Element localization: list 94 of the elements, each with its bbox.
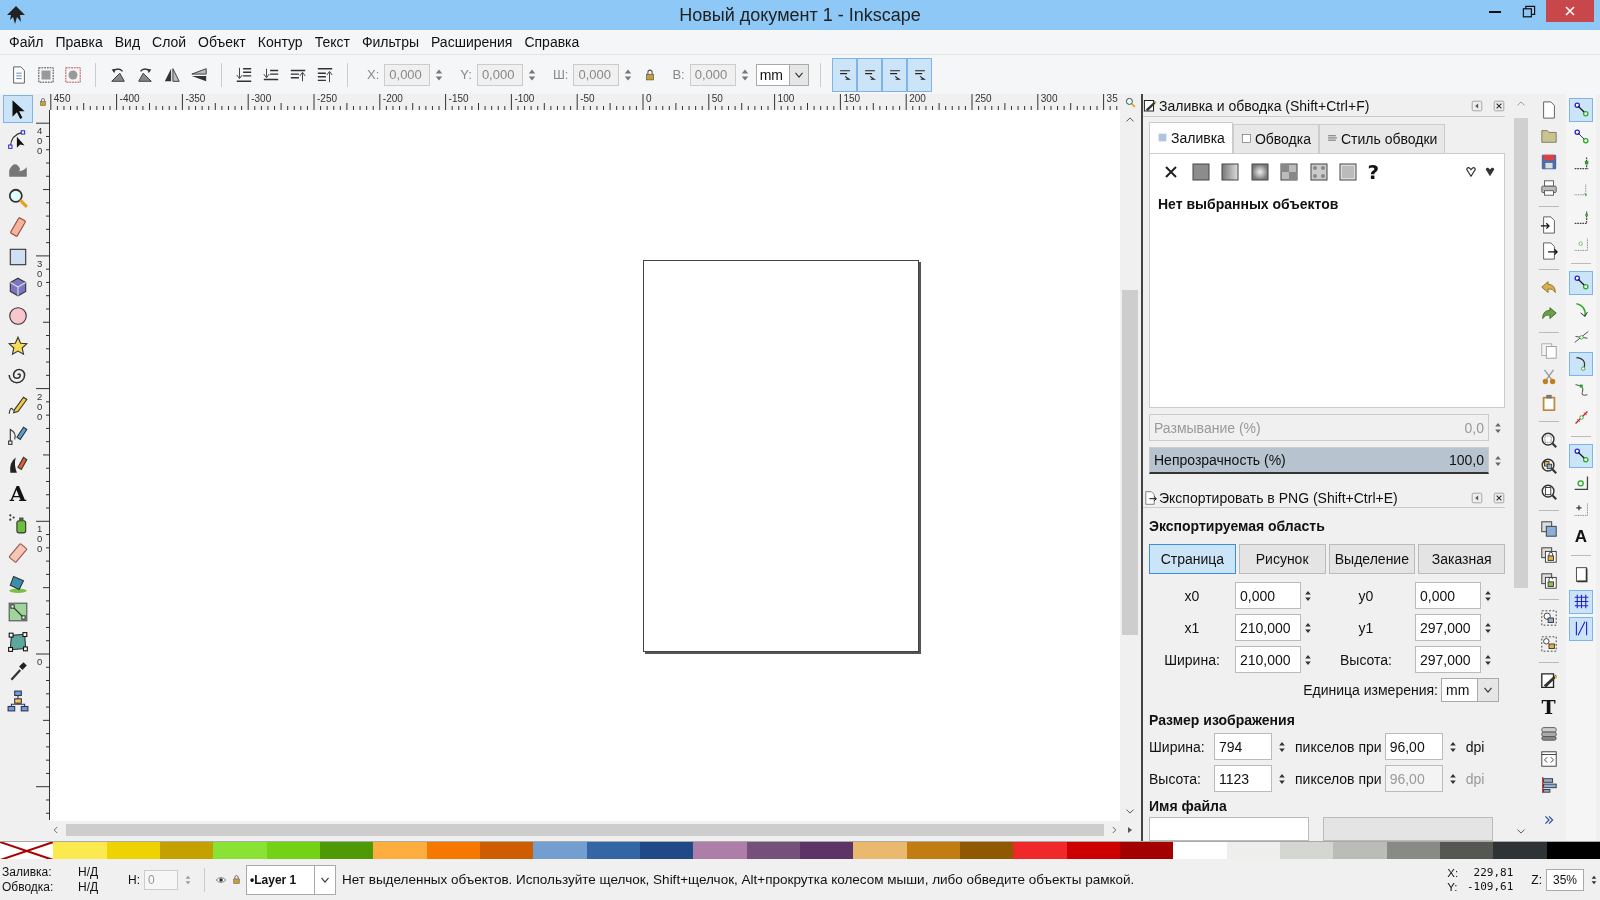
number-field[interactable]: 0,000 xyxy=(1235,582,1301,609)
number-field[interactable]: 794 xyxy=(1214,733,1272,760)
number-field[interactable]: 297,000 xyxy=(1415,646,1481,673)
ruler-label: 200 xyxy=(37,391,44,422)
field-label: Ш: xyxy=(552,67,569,82)
ruler-label: -200 xyxy=(382,94,403,104)
menu-item[interactable]: Фильтры xyxy=(355,34,425,50)
field-label: пикселов при xyxy=(1295,738,1382,755)
menu-item[interactable]: Текст xyxy=(308,34,356,50)
tab[interactable]: Заливка xyxy=(1149,121,1233,153)
ruler-label: -150 xyxy=(448,94,469,104)
tab[interactable]: Стиль обводки xyxy=(1318,123,1446,153)
text-baseline-icon: A xyxy=(1574,528,1588,545)
ruler-label: 250 xyxy=(975,94,992,104)
field-label: Y: xyxy=(460,67,472,82)
menu-item[interactable]: Расширения xyxy=(425,34,519,50)
zoom-field[interactable]: 35% xyxy=(1546,868,1584,891)
ruler-label: 150 xyxy=(843,94,861,104)
panel-title: Экспортировать в PNG (Shift+Ctrl+E) xyxy=(1159,489,1399,506)
number-field[interactable]: 297,000 xyxy=(1415,614,1481,641)
ruler-label: -250 xyxy=(317,94,337,104)
field-label: X: xyxy=(367,67,380,82)
number-field[interactable]: 1123 xyxy=(1214,765,1272,792)
ruler-label: -50 xyxy=(580,94,595,104)
ruler-label: 100 xyxy=(777,94,795,104)
section-heading: Размер изображения xyxy=(1149,712,1296,728)
dpi-field[interactable]: 96,00 xyxy=(1384,733,1443,760)
menu-item[interactable]: Контур xyxy=(251,34,309,50)
field-label: Ширина: xyxy=(1149,738,1206,755)
cursor-label: X: xyxy=(1447,865,1460,880)
status-message: Нет выделенных объектов. Используйте щелчок, Shift+щелчок, Alt+прокрутка колесом мыши, либо обведите объекты рамкой. xyxy=(342,872,1135,887)
field-label: Высота: xyxy=(1339,651,1393,668)
ruler-label: 300 xyxy=(37,258,44,289)
menu-item[interactable]: Слой xyxy=(146,34,193,50)
field-label: x1 xyxy=(1183,619,1201,636)
ruler-label: 0 xyxy=(646,94,652,104)
ruler-label: 450 xyxy=(53,94,71,104)
text-tool-icon: A xyxy=(9,483,27,505)
window-title: Новый документ 1 - Inkscape xyxy=(679,4,921,26)
fill-value: Н/Д xyxy=(78,864,100,880)
stroke-value: Н/Д xyxy=(78,879,100,895)
tool-button[interactable]: A xyxy=(3,479,33,508)
field-label: y1 xyxy=(1357,619,1375,636)
ruler-label: 100 xyxy=(37,524,44,555)
ruler-label: -400 xyxy=(119,94,140,104)
section-heading: Экспортируемая область xyxy=(1149,518,1326,534)
number-field[interactable]: 0,000 xyxy=(1415,582,1481,609)
area-button[interactable]: Заказная xyxy=(1418,544,1505,574)
ruler-label: 0 xyxy=(37,657,44,667)
area-button[interactable]: Выделение xyxy=(1328,544,1416,574)
unit-label: dpi xyxy=(1465,770,1485,787)
area-button[interactable]: Рисунок xyxy=(1238,544,1326,574)
section-heading: Имя файла xyxy=(1149,798,1228,814)
stroke-label: Обводка: xyxy=(2,879,55,895)
number-field[interactable]: 210,000 xyxy=(1235,614,1301,641)
cursor-y: -109,61 xyxy=(1465,879,1514,894)
menu-item[interactable]: Правка xyxy=(49,34,109,50)
unit-label: dpi xyxy=(1465,738,1485,755)
menu-item[interactable]: Файл xyxy=(3,34,50,50)
cursor-label: Y: xyxy=(1447,879,1459,894)
unit-dropdown[interactable]: mm xyxy=(755,63,810,86)
menu-item[interactable]: Объект xyxy=(192,34,252,50)
field-label: x0 xyxy=(1183,587,1201,604)
number-field[interactable]: 210,000 xyxy=(1235,646,1301,673)
fill-label: Заливка: xyxy=(2,864,53,880)
menu-item[interactable]: Справка xyxy=(518,34,586,50)
text-icon[interactable]: T xyxy=(1541,694,1556,720)
field-label: пикселов при xyxy=(1295,770,1382,787)
ruler-label: -350 xyxy=(185,94,206,104)
opacity-label: Н: xyxy=(128,872,140,887)
tab[interactable]: Обводка xyxy=(1232,123,1319,153)
field-label: В: xyxy=(672,67,685,82)
unset-paint-icon[interactable]: ? xyxy=(1367,161,1380,182)
ruler-label: 50 xyxy=(711,94,723,104)
zoom-label: Z: xyxy=(1531,872,1542,887)
field-label: Высота: xyxy=(1149,770,1202,787)
field-label: y0 xyxy=(1357,587,1375,604)
ruler-label: 200 xyxy=(909,94,926,104)
snap-toggle[interactable]: A xyxy=(1569,524,1593,549)
field-label: Единица измерения: xyxy=(1303,682,1438,698)
slider-field[interactable]: Непрозрачность (%) 100,0 xyxy=(1149,447,1489,475)
layer-dropdown[interactable]: •Layer 1 xyxy=(246,864,336,895)
menu-item[interactable]: Вид xyxy=(108,34,147,50)
field-label: Ширина: xyxy=(1163,651,1221,668)
ruler-label: 300 xyxy=(1040,94,1058,104)
unit-dropdown[interactable]: mm xyxy=(1441,678,1499,702)
panel-title: Заливка и обводка (Shift+Ctrl+F) xyxy=(1159,98,1371,115)
status-message: Нет выбранных объектов xyxy=(1158,195,1340,212)
ruler-label: -100 xyxy=(514,94,535,104)
ruler-label: 400 xyxy=(37,126,44,157)
ruler-label: 35 xyxy=(1106,94,1118,104)
cursor-x: 229,81 xyxy=(1472,865,1514,880)
ruler-label: -300 xyxy=(251,94,272,104)
area-button[interactable]: Страница xyxy=(1149,544,1236,574)
